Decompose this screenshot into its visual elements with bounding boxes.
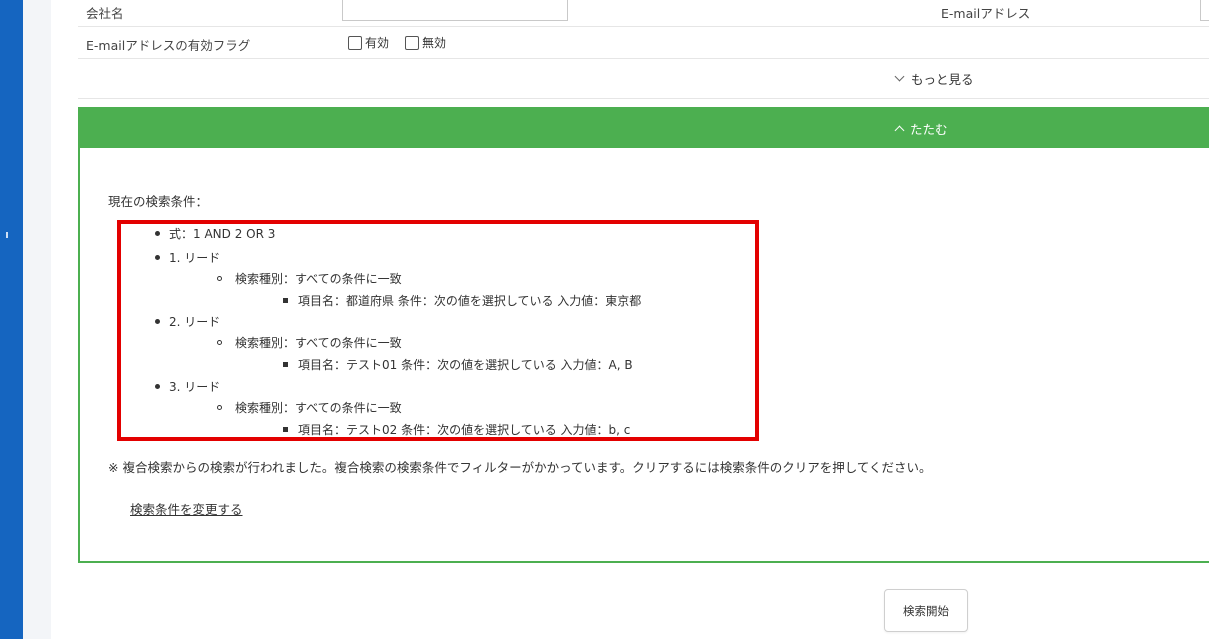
email-input[interactable] xyxy=(1200,0,1209,21)
flag-valid-label: 有効 xyxy=(365,36,390,50)
group-title: 1. リード xyxy=(169,251,221,265)
panel-header[interactable]: たたむ xyxy=(78,107,1209,148)
group-title: 2. リード xyxy=(169,315,221,329)
search-conditions-panel: たたむ 現在の検索条件： 式：1 AND 2 OR 3 1. リード 検索種別：… xyxy=(78,107,1209,563)
change-conditions-link[interactable]: 検索条件を変更する xyxy=(130,499,243,518)
composite-search-note: ※ 複合検索からの検索が行われました。複合検索の検索条件でフィルターがかかってい… xyxy=(108,460,932,475)
bullet-square-icon xyxy=(283,362,288,367)
bullet-disc-icon xyxy=(155,319,160,324)
group-title: 3. リード xyxy=(169,380,221,394)
flag-invalid-label: 無効 xyxy=(422,36,447,50)
bullet-circle-icon xyxy=(217,340,222,345)
email-label: E-mailアドレス xyxy=(941,6,1031,21)
bullet-circle-icon xyxy=(217,276,222,281)
group-match-type: 検索種別：すべての条件に一致 xyxy=(235,336,402,350)
flag-valid-option[interactable]: 有効 xyxy=(348,34,389,51)
collapse-label: たたむ xyxy=(910,122,948,137)
company-name-input[interactable] xyxy=(342,0,568,21)
bullet-disc-icon xyxy=(155,231,160,236)
more-row: もっと見る xyxy=(78,58,1209,99)
condition-expression: 式：1 AND 2 OR 3 xyxy=(169,227,276,241)
current-conditions-title: 現在の検索条件： xyxy=(108,194,209,209)
bullet-square-icon xyxy=(283,298,288,303)
search-start-button[interactable]: 検索開始 xyxy=(884,589,968,632)
flag-invalid-option[interactable]: 無効 xyxy=(405,34,446,51)
bullet-disc-icon xyxy=(155,255,160,260)
company-name-label: 会社名 xyxy=(86,6,124,21)
chevron-down-icon xyxy=(894,71,905,82)
chevron-up-icon xyxy=(894,125,905,136)
group-match-type: 検索種別：すべての条件に一致 xyxy=(235,401,402,415)
group-match-type: 検索種別：すべての条件に一致 xyxy=(235,272,402,286)
collapse-toggle[interactable]: たたむ xyxy=(894,119,948,138)
show-more-label: もっと見る xyxy=(911,72,974,87)
bullet-square-icon xyxy=(283,427,288,432)
group-condition: 項目名：テスト01 条件：次の値を選択している 入力値：A, B xyxy=(298,358,633,372)
email-flag-row: E-mailアドレスの有効フラグ 有効 無効 xyxy=(78,26,1209,59)
sidebar-marker xyxy=(6,232,8,238)
email-flag-label: E-mailアドレスの有効フラグ xyxy=(86,38,251,53)
group-condition: 項目名：テスト02 条件：次の値を選択している 入力値：b, c xyxy=(298,423,631,437)
group-condition: 項目名：都道府県 条件：次の値を選択している 入力値：東京都 xyxy=(298,294,642,308)
sidebar-gutter xyxy=(23,0,51,639)
show-more-toggle[interactable]: もっと見る xyxy=(894,69,974,88)
company-row: 会社名 E-mailアドレス xyxy=(78,0,1209,27)
bullet-disc-icon xyxy=(155,384,160,389)
flag-invalid-checkbox[interactable] xyxy=(405,35,419,50)
flag-valid-checkbox[interactable] xyxy=(348,35,362,50)
left-sidebar xyxy=(0,0,23,639)
bullet-circle-icon xyxy=(217,405,222,410)
